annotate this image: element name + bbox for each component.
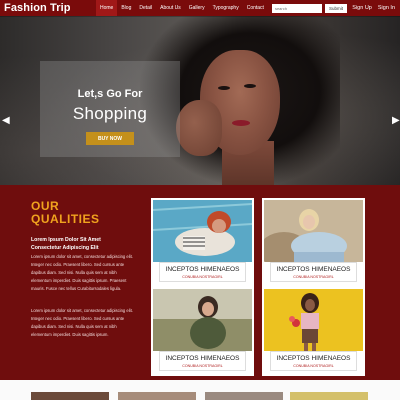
product-card[interactable]: INCEPTOS HIMENAEOS CONUBIA NOSTRAGIRL <box>262 287 365 376</box>
card-title[interactable]: INCEPTOS HIMENAEOS <box>271 266 356 273</box>
gallery-thumbnail[interactable] <box>205 392 283 400</box>
section-paragraph: Lorem ipsum dolor sit amet, consectetur … <box>31 308 133 337</box>
sign-up-link[interactable]: Sign Up <box>352 5 372 11</box>
card-subtitle: CONUBIA NOSTRAGIRL <box>182 364 223 368</box>
card-image[interactable] <box>264 289 363 351</box>
card-label: INCEPTOS HIMENAEOS CONUBIA NOSTRAGIRL <box>270 262 357 282</box>
nav-detail[interactable]: Detail <box>135 0 156 16</box>
next-section-preview <box>0 380 400 400</box>
card-image[interactable] <box>153 289 252 351</box>
card-subtitle: CONUBIA NOSTRAGIRL <box>182 275 223 279</box>
nav-typography[interactable]: Typography <box>209 0 243 16</box>
brand-logo[interactable]: Fashion Trip <box>4 2 96 14</box>
nav-blog[interactable]: Blog <box>117 0 135 16</box>
submit-button[interactable]: Submit <box>324 3 347 13</box>
hero-model-hand <box>176 100 222 156</box>
qualities-section: OUR QUALITIES Lorem Ipsum Dolor Sit Amet… <box>0 185 400 380</box>
card-subtitle: CONUBIA NOSTRAGIRL <box>293 275 334 279</box>
gallery-thumbnail[interactable] <box>31 392 109 400</box>
card-title[interactable]: INCEPTOS HIMENAEOS <box>271 355 356 362</box>
nav-home[interactable]: Home <box>96 0 118 16</box>
card-label: INCEPTOS HIMENAEOS CONUBIA NOSTRAGIRL <box>159 262 246 282</box>
buy-now-button[interactable]: BUY NOW <box>86 132 134 145</box>
chevron-right-icon[interactable]: ▶ <box>392 115 400 126</box>
chevron-left-icon[interactable]: ◀ <box>2 115 10 126</box>
card-label: INCEPTOS HIMENAEOS CONUBIA NOSTRAGIRL <box>270 351 357 371</box>
hero-caption-big: Shopping <box>72 104 148 123</box>
product-card[interactable]: INCEPTOS HIMENAEOS CONUBIA NOSTRAGIRL <box>262 198 365 287</box>
hero-model-eye <box>244 84 256 88</box>
nav-gallery[interactable]: Gallery <box>185 0 209 16</box>
card-image[interactable] <box>264 200 363 262</box>
hero-model-eye <box>218 86 230 90</box>
product-card[interactable]: INCEPTOS HIMENAEOS CONUBIA NOSTRAGIRL <box>151 287 254 376</box>
auth-links: Sign Up Sign In <box>352 5 395 11</box>
product-card[interactable]: INCEPTOS HIMENAEOS CONUBIA NOSTRAGIRL <box>151 198 254 287</box>
card-image[interactable] <box>153 200 252 262</box>
hero-slider: Let,s Go For Shopping BUY NOW ◀ ▶ <box>0 16 400 185</box>
nav-contact[interactable]: Contact <box>243 0 268 16</box>
card-label: INCEPTOS HIMENAEOS CONUBIA NOSTRAGIRL <box>159 351 246 371</box>
gallery-thumbnail[interactable] <box>290 392 368 400</box>
card-title[interactable]: INCEPTOS HIMENAEOS <box>160 266 245 273</box>
hero-model-lips <box>232 120 250 126</box>
card-subtitle: CONUBIA NOSTRAGIRL <box>293 364 334 368</box>
card-title[interactable]: INCEPTOS HIMENAEOS <box>160 355 245 362</box>
sign-in-link[interactable]: Sign In <box>378 5 395 11</box>
nav-about-us[interactable]: About Us <box>156 0 185 16</box>
hero-caption-small: Let,s Go For <box>77 88 143 100</box>
section-title-line2: QUALITIES <box>31 212 100 226</box>
main-nav: Home Blog Detail About Us Gallery Typogr… <box>96 0 268 16</box>
gallery-thumbnail[interactable] <box>118 392 196 400</box>
section-paragraph: Lorem ipsum dolor sit amet, consectetur … <box>31 254 133 291</box>
section-title: OUR QUALITIES <box>31 200 100 226</box>
top-navigation-bar: Fashion Trip Home Blog Detail About Us G… <box>0 0 400 16</box>
search-input[interactable] <box>271 3 322 13</box>
section-subtitle: Lorem Ipsum Dolor Sit Amet Consectetur A… <box>31 237 101 251</box>
